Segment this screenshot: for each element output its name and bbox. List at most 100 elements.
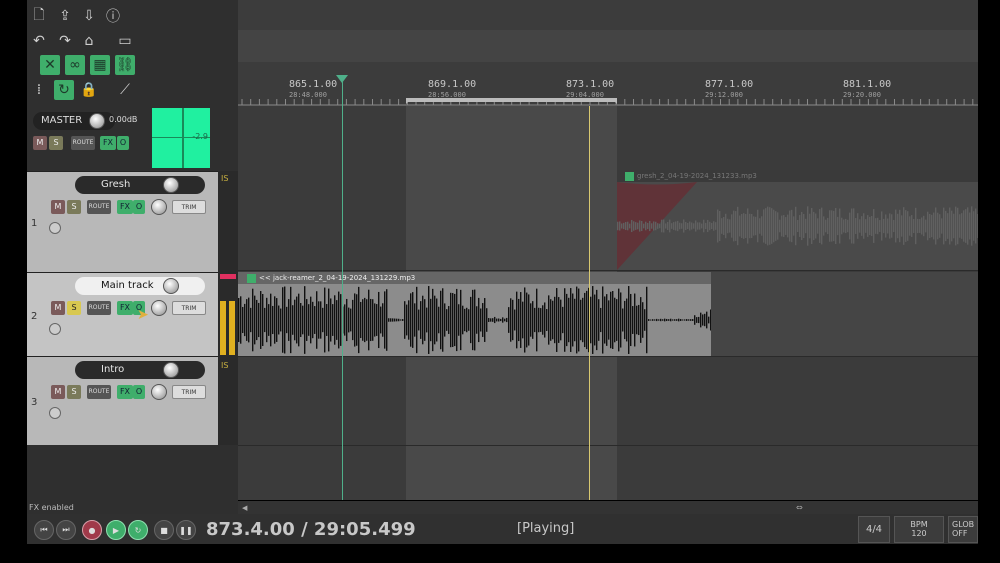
snap-grid-icon[interactable]: ▦ xyxy=(90,55,110,75)
track-2-meter-right xyxy=(229,301,235,355)
lane-separator xyxy=(238,356,978,357)
info-icon[interactable]: ⓘ xyxy=(103,6,123,26)
undo-icon[interactable]: ↶ xyxy=(29,31,49,51)
route-button[interactable]: ROUTE xyxy=(87,301,111,315)
track-2[interactable]: 2 Main track M S ROUTE FX O TRIM ➤ xyxy=(27,272,218,356)
marker-lane[interactable] xyxy=(238,30,978,62)
dotted-grid-icon[interactable]: ⁞ xyxy=(29,80,49,100)
fx-bypass-button[interactable]: O xyxy=(133,200,145,214)
lock-icon[interactable]: 🔒 xyxy=(79,80,99,100)
loop-toggle-icon[interactable]: ↻ xyxy=(54,80,74,100)
phase-toggle[interactable] xyxy=(49,407,61,419)
track-1[interactable]: 1 Gresh M S ROUTE FX O TRIM xyxy=(27,171,218,272)
mute-button[interactable]: M xyxy=(51,385,65,399)
track-pan-knob[interactable] xyxy=(151,300,167,316)
track-volume-knob[interactable] xyxy=(163,362,179,378)
master-fx-button[interactable]: FX xyxy=(100,136,116,150)
route-button[interactable]: ROUTE xyxy=(87,200,111,214)
save-project-icon[interactable]: ⇩ xyxy=(79,6,99,26)
time-signature[interactable]: 4/4 xyxy=(858,516,890,543)
track-volume-knob[interactable] xyxy=(163,278,179,294)
ruler-time-label: 29:12.000 xyxy=(705,91,743,99)
master-peak-label: -2.9 xyxy=(192,132,208,141)
master-mute-button[interactable]: M xyxy=(33,136,47,150)
item-icon xyxy=(247,274,256,283)
ripple-edit-icon[interactable]: ✕ xyxy=(40,55,60,75)
bpm-box[interactable]: BPM 120 xyxy=(894,516,944,543)
track-number: 3 xyxy=(31,397,38,408)
track-3[interactable]: 3 Intro M S ROUTE FX O TRIM xyxy=(27,356,218,445)
solo-button[interactable]: S xyxy=(67,200,81,214)
open-project-icon[interactable]: ⇪ xyxy=(55,6,75,26)
clip-indicator[interactable] xyxy=(220,274,236,279)
go-to-start-button[interactable]: ⏮ xyxy=(34,520,54,540)
master-volume-value: 0.00dB xyxy=(109,115,138,124)
track-1-meter-label: IS xyxy=(221,174,229,183)
empty-lane-area xyxy=(711,272,978,356)
track-number: 2 xyxy=(31,311,38,322)
main-toolbar: 🗋 ⇪ ⇩ ⓘ ↶ ↷ ⌂ ▭ ✕ ∞ ▦ ⛓ ⁞ ↻ 🔒 ⟋ xyxy=(27,0,238,106)
grid-box-icon[interactable]: ▭ xyxy=(115,31,135,51)
ruler-bar-label: 869.1.00 xyxy=(428,79,477,90)
solo-button[interactable]: S xyxy=(67,301,81,315)
track-pan-knob[interactable] xyxy=(151,199,167,215)
track-name-field[interactable]: Gresh xyxy=(75,176,205,194)
record-button[interactable]: ● xyxy=(82,520,102,540)
repeat-button[interactable]: ↻ xyxy=(128,520,148,540)
horizontal-scrollbar[interactable]: ◀ ⇔ xyxy=(238,501,978,515)
track-pan-knob[interactable] xyxy=(151,384,167,400)
trim-button[interactable]: TRIM xyxy=(172,385,206,399)
metronome-icon[interactable]: ⌂ xyxy=(79,31,99,51)
go-to-end-button[interactable]: ⏭ xyxy=(56,520,76,540)
new-project-icon[interactable]: 🗋 xyxy=(29,6,49,26)
redo-icon[interactable]: ↷ xyxy=(55,31,75,51)
stop-button[interactable]: ■ xyxy=(154,520,174,540)
item-icon xyxy=(625,172,634,181)
fx-button[interactable]: FX xyxy=(117,385,133,399)
item-waveform xyxy=(238,286,711,354)
ruler-time-label: 29:04.000 xyxy=(566,91,604,99)
master-volume-knob[interactable] xyxy=(89,113,105,129)
master-label: MASTER xyxy=(41,115,83,126)
media-item-main[interactable]: << jack-reamer_2_04-19-2024_131229.mp3 xyxy=(238,272,711,356)
envelope-tool-icon[interactable]: ⟋ xyxy=(115,80,135,100)
phase-toggle[interactable] xyxy=(49,323,61,335)
item-grouping-icon[interactable]: ∞ xyxy=(65,55,85,75)
fx-button[interactable]: FX xyxy=(117,301,133,315)
phase-toggle[interactable] xyxy=(49,222,61,234)
play-state-label: [Playing] xyxy=(517,521,575,536)
link-icon[interactable]: ⛓ xyxy=(115,55,135,75)
mute-button[interactable]: M xyxy=(51,200,65,214)
track-name-field[interactable]: Intro xyxy=(75,361,205,379)
solo-button[interactable]: S xyxy=(67,385,81,399)
fx-bypass-button[interactable]: O xyxy=(133,385,145,399)
mute-button[interactable]: M xyxy=(51,301,65,315)
ruler-bar-label: 877.1.00 xyxy=(705,79,754,90)
trim-button[interactable]: TRIM xyxy=(172,301,206,315)
track-volume-knob[interactable] xyxy=(163,177,179,193)
scroll-left-icon[interactable]: ◀ xyxy=(242,504,247,512)
ruler-bar-label: 881.1.00 xyxy=(843,79,892,90)
route-button[interactable]: ROUTE xyxy=(87,385,111,399)
play-cursor xyxy=(589,106,590,500)
global-automation[interactable]: GLOB OFF xyxy=(948,516,978,543)
zoom-toggle-icon[interactable]: ⇔ xyxy=(796,503,803,512)
bpm-label: BPM xyxy=(910,520,928,529)
track-name-field[interactable]: Main track xyxy=(75,277,205,295)
master-solo-button[interactable]: S xyxy=(49,136,63,150)
tcp-empty-area xyxy=(27,445,238,501)
play-button[interactable]: ▶ xyxy=(106,520,126,540)
trim-button[interactable]: TRIM xyxy=(172,200,206,214)
fx-button[interactable]: FX xyxy=(117,200,133,214)
master-fx-bypass-button[interactable]: O xyxy=(117,136,129,150)
position-display[interactable]: 873.4.00 / 29:05.499 xyxy=(206,519,416,540)
ruler-time-label: 28:56.000 xyxy=(428,91,466,99)
master-meter: -2.9 xyxy=(152,108,210,168)
global-label: GLOB xyxy=(952,520,975,529)
bpm-value: 120 xyxy=(911,529,927,538)
master-route-button[interactable]: ROUTE xyxy=(71,136,95,150)
media-item-gresh[interactable]: gresh_2_04-19-2024_131233.mp3 xyxy=(617,170,978,270)
pause-button[interactable]: ❚❚ xyxy=(176,520,196,540)
edit-cursor[interactable] xyxy=(342,75,343,500)
item-title: gresh_2_04-19-2024_131233.mp3 xyxy=(637,172,757,180)
